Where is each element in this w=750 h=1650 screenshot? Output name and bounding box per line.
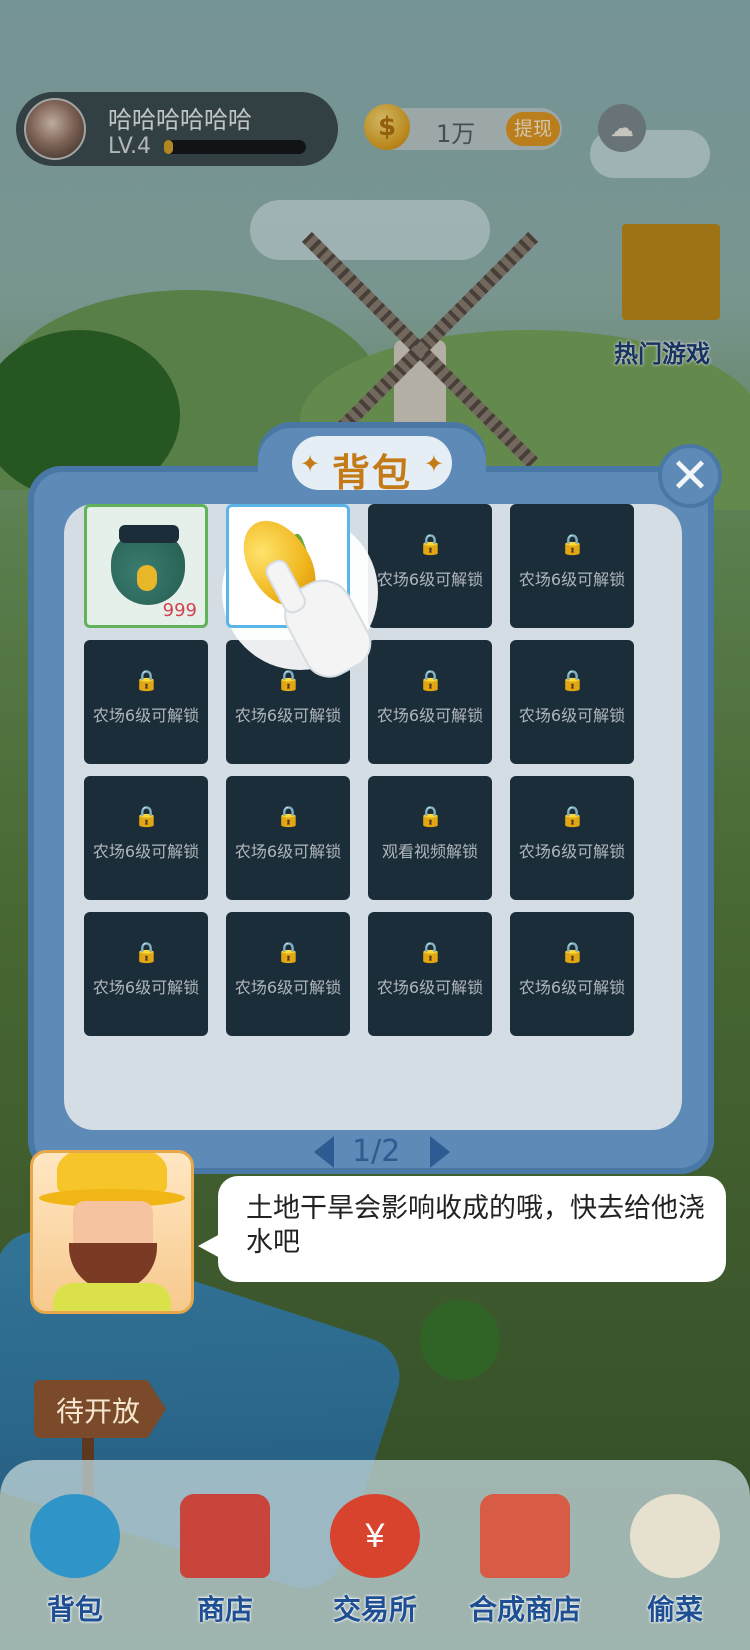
lock-icon: 🔒	[276, 804, 301, 828]
slot-seed-bag[interactable]: 999	[84, 504, 208, 628]
lock-icon: 🔒	[276, 940, 301, 964]
coin-icon: $	[364, 104, 410, 150]
backpack-icon	[30, 1494, 120, 1578]
slot-unlock-label: 农场6级可解锁	[92, 706, 200, 725]
lock-icon: 🔒	[418, 940, 443, 964]
farmer-avatar	[30, 1150, 194, 1314]
lock-icon: 🔒	[560, 804, 585, 828]
prev-page-button[interactable]	[314, 1136, 334, 1168]
speech-bubble: 土地干旱会影响收成的哦，快去给他浇水吧	[218, 1176, 726, 1282]
slot-unlock-label: 农场6级可解锁	[376, 706, 484, 725]
bag-title-plate: ✦ 背包 ✦	[292, 436, 452, 495]
lock-icon: 🔒	[418, 668, 443, 692]
slot-locked[interactable]: 🔒 农场6级可解锁	[226, 776, 350, 900]
farmer-shirt	[53, 1283, 171, 1311]
unlock-icon: 🔒	[418, 804, 443, 828]
coming-soon-label: 待开放	[56, 1395, 141, 1428]
slot-locked[interactable]: 🔒 农场6级可解锁	[510, 776, 634, 900]
nav-label: 合成商店	[468, 1594, 581, 1625]
lock-icon: 🔒	[560, 668, 585, 692]
player-profile[interactable]: 哈哈哈哈哈哈 LV.4	[16, 92, 338, 166]
item-count: 999	[162, 600, 197, 621]
lock-icon: 🔒	[560, 940, 585, 964]
speech-bubble-tail	[198, 1234, 220, 1258]
slot-locked[interactable]: 🔒 农场6级可解锁	[226, 912, 350, 1036]
slot-locked[interactable]: 🔒 农场6级可解锁	[510, 504, 634, 628]
slot-unlock-label: 农场6级可解锁	[518, 706, 626, 725]
slot-unlock-label: 农场6级可解锁	[518, 842, 626, 861]
slot-locked[interactable]: 🔒 农场6级可解锁	[84, 776, 208, 900]
slot-unlock-label: 农场6级可解锁	[376, 978, 484, 997]
close-button[interactable]: ✕	[658, 444, 722, 508]
nav-item-0[interactable]: 背包	[0, 1460, 150, 1650]
weather-icon[interactable]: ☁	[598, 104, 646, 152]
slot-unlock-label: 农场6级可解锁	[92, 978, 200, 997]
username: 哈哈哈哈哈哈	[108, 106, 252, 134]
nav-item-4[interactable]: 偷菜	[600, 1460, 750, 1650]
level-label: LV.4	[108, 134, 152, 159]
tip-text: 土地干旱会影响收成的哦，快去给他浇水吧	[246, 1193, 705, 1258]
hot-game-thumbnail[interactable]	[622, 224, 720, 320]
slot-locked[interactable]: 🔒 农场6级可解锁	[84, 640, 208, 764]
hot-games-label[interactable]: 热门游戏	[614, 334, 710, 369]
nav-item-2[interactable]: ¥ 交易所	[300, 1460, 450, 1650]
lock-icon: 🔒	[134, 804, 159, 828]
slot-unlock-label: 农场6级可解锁	[376, 570, 484, 589]
coin-amount: 1万	[436, 120, 476, 148]
lock-icon: 🔒	[134, 668, 159, 692]
bag-title-tab: ✦ 背包 ✦	[258, 422, 486, 506]
coin-balance: $ 1万 提现	[364, 104, 562, 150]
slot-unlock-label: 农场6级可解锁	[234, 978, 342, 997]
xp-bar	[164, 140, 306, 154]
slot-unlock-label: 农场6级可解锁	[234, 842, 342, 861]
nav-label: 偷菜	[646, 1594, 703, 1625]
slot-unlock-label: 农场6级可解锁	[518, 570, 626, 589]
lock-icon: 🔒	[418, 532, 443, 556]
shop-icon	[180, 1494, 270, 1578]
windmill	[301, 231, 539, 469]
next-page-button[interactable]	[430, 1136, 450, 1168]
nav-label: 背包	[46, 1594, 103, 1625]
xp-bar-fill	[164, 140, 173, 154]
slot-unlock-label: 农场6级可解锁	[234, 706, 342, 725]
nav-item-3[interactable]: 合成商店	[450, 1460, 600, 1650]
slot-unlock-label: 农场6级可解锁	[92, 842, 200, 861]
bottom-nav: 背包 商店 ¥ 交易所 合成商店 偷菜	[0, 1460, 750, 1650]
page-indicator: 1/2	[352, 1134, 401, 1169]
coming-soon-sign[interactable]: 待开放	[34, 1380, 166, 1438]
house-icon	[480, 1494, 570, 1578]
money-bag-icon: ¥	[330, 1494, 420, 1578]
nav-label: 商店	[196, 1594, 253, 1625]
lock-icon: 🔒	[560, 532, 585, 556]
slot-locked[interactable]: 🔒 农场6级可解锁	[368, 640, 492, 764]
lock-icon: 🔒	[134, 940, 159, 964]
slot-unlock-label: 农场6级可解锁	[518, 978, 626, 997]
slot-locked[interactable]: 🔒 农场6级可解锁	[368, 912, 492, 1036]
avatar[interactable]	[24, 98, 86, 160]
seed-bag-tie	[119, 525, 179, 543]
slot-unlock-label: 观看视频解锁	[381, 842, 478, 861]
slot-locked[interactable]: 🔒 农场6级可解锁	[510, 912, 634, 1036]
withdraw-button[interactable]: 提现	[506, 112, 560, 146]
lock-icon: 🔒	[276, 668, 301, 692]
cloud	[250, 200, 490, 260]
nav-label: 交易所	[332, 1594, 417, 1625]
star-icon: ✦	[423, 450, 444, 478]
corn-seed-icon	[137, 565, 157, 591]
nav-item-1[interactable]: 商店	[150, 1460, 300, 1650]
slot-locked[interactable]: 🔒 农场6级可解锁	[84, 912, 208, 1036]
slot-locked[interactable]: 🔒 农场6级可解锁	[368, 504, 492, 628]
steal-hand-icon	[630, 1494, 720, 1578]
slot-video-unlock[interactable]: 🔒 观看视频解锁	[368, 776, 492, 900]
tree	[420, 1300, 500, 1380]
slot-locked[interactable]: 🔒 农场6级可解锁	[510, 640, 634, 764]
